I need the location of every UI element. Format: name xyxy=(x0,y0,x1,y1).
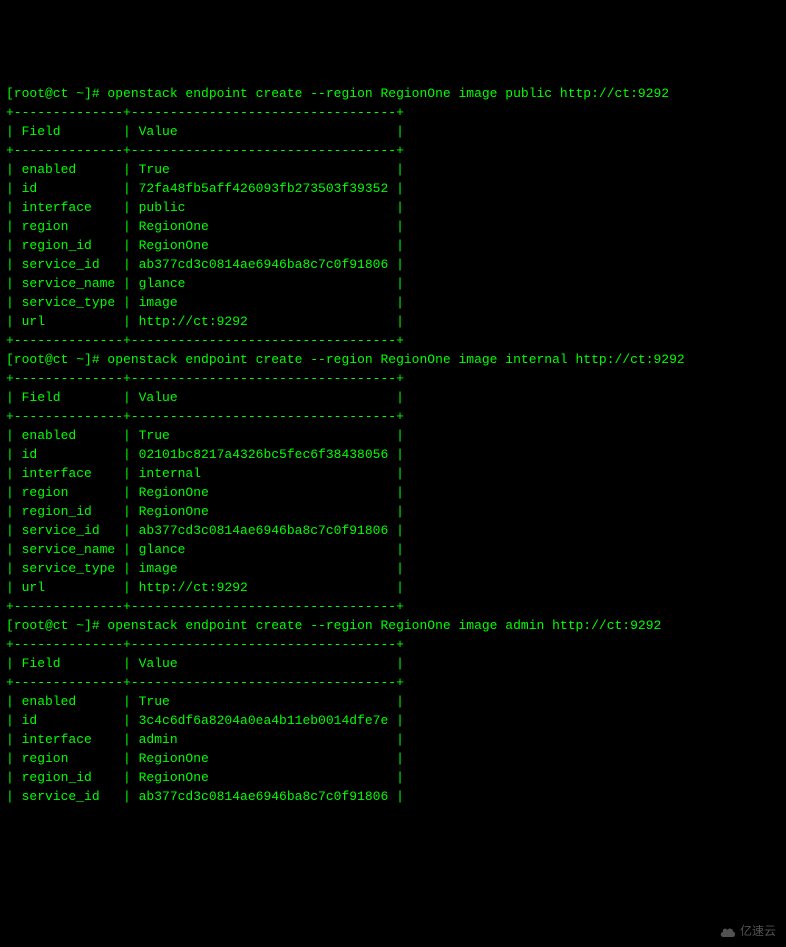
table-row: | service_name | glance | xyxy=(6,540,780,559)
table-row: | service_type | image | xyxy=(6,293,780,312)
table-row: | region | RegionOne | xyxy=(6,217,780,236)
table-row: | url | http://ct:9292 | xyxy=(6,312,780,331)
command: openstack endpoint create --region Regio… xyxy=(107,352,684,367)
table-row: | enabled | True | xyxy=(6,426,780,445)
table-border: +--------------+------------------------… xyxy=(6,407,780,426)
table-header: | Field | Value | xyxy=(6,388,780,407)
table-row: | service_name | glance | xyxy=(6,274,780,293)
table-row: | region_id | RegionOne | xyxy=(6,236,780,255)
cloud-icon xyxy=(719,926,737,938)
table-border: +--------------+------------------------… xyxy=(6,331,780,350)
table-row: | url | http://ct:9292 | xyxy=(6,578,780,597)
table-row: | region_id | RegionOne | xyxy=(6,502,780,521)
command: openstack endpoint create --region Regio… xyxy=(107,86,669,101)
prompt-line: [root@ct ~]# openstack endpoint create -… xyxy=(6,616,780,635)
table-border: +--------------+------------------------… xyxy=(6,673,780,692)
table-row: | service_type | image | xyxy=(6,559,780,578)
watermark: 亿速云 xyxy=(719,922,776,941)
prompt-line: [root@ct ~]# openstack endpoint create -… xyxy=(6,84,780,103)
table-row: | service_id | ab377cd3c0814ae6946ba8c7c… xyxy=(6,521,780,540)
table-row: | region_id | RegionOne | xyxy=(6,768,780,787)
command: openstack endpoint create --region Regio… xyxy=(107,618,661,633)
prompt-line: [root@ct ~]# openstack endpoint create -… xyxy=(6,350,780,369)
table-row: | enabled | True | xyxy=(6,692,780,711)
table-row: | id | 02101bc8217a4326bc5fec6f38438056 … xyxy=(6,445,780,464)
table-row: | service_id | ab377cd3c0814ae6946ba8c7c… xyxy=(6,787,780,806)
table-row: | region | RegionOne | xyxy=(6,483,780,502)
terminal-output: [root@ct ~]# openstack endpoint create -… xyxy=(6,84,780,806)
table-header: | Field | Value | xyxy=(6,122,780,141)
watermark-text: 亿速云 xyxy=(740,922,776,941)
table-header: | Field | Value | xyxy=(6,654,780,673)
table-border: +--------------+------------------------… xyxy=(6,141,780,160)
table-border: +--------------+------------------------… xyxy=(6,369,780,388)
table-row: | region | RegionOne | xyxy=(6,749,780,768)
table-row: | service_id | ab377cd3c0814ae6946ba8c7c… xyxy=(6,255,780,274)
table-row: | interface | public | xyxy=(6,198,780,217)
table-row: | id | 3c4c6df6a8204a0ea4b11eb0014dfe7e … xyxy=(6,711,780,730)
table-row: | interface | internal | xyxy=(6,464,780,483)
table-border: +--------------+------------------------… xyxy=(6,103,780,122)
table-border: +--------------+------------------------… xyxy=(6,635,780,654)
table-border: +--------------+------------------------… xyxy=(6,597,780,616)
table-row: | id | 72fa48fb5aff426093fb273503f39352 … xyxy=(6,179,780,198)
table-row: | enabled | True | xyxy=(6,160,780,179)
table-row: | interface | admin | xyxy=(6,730,780,749)
